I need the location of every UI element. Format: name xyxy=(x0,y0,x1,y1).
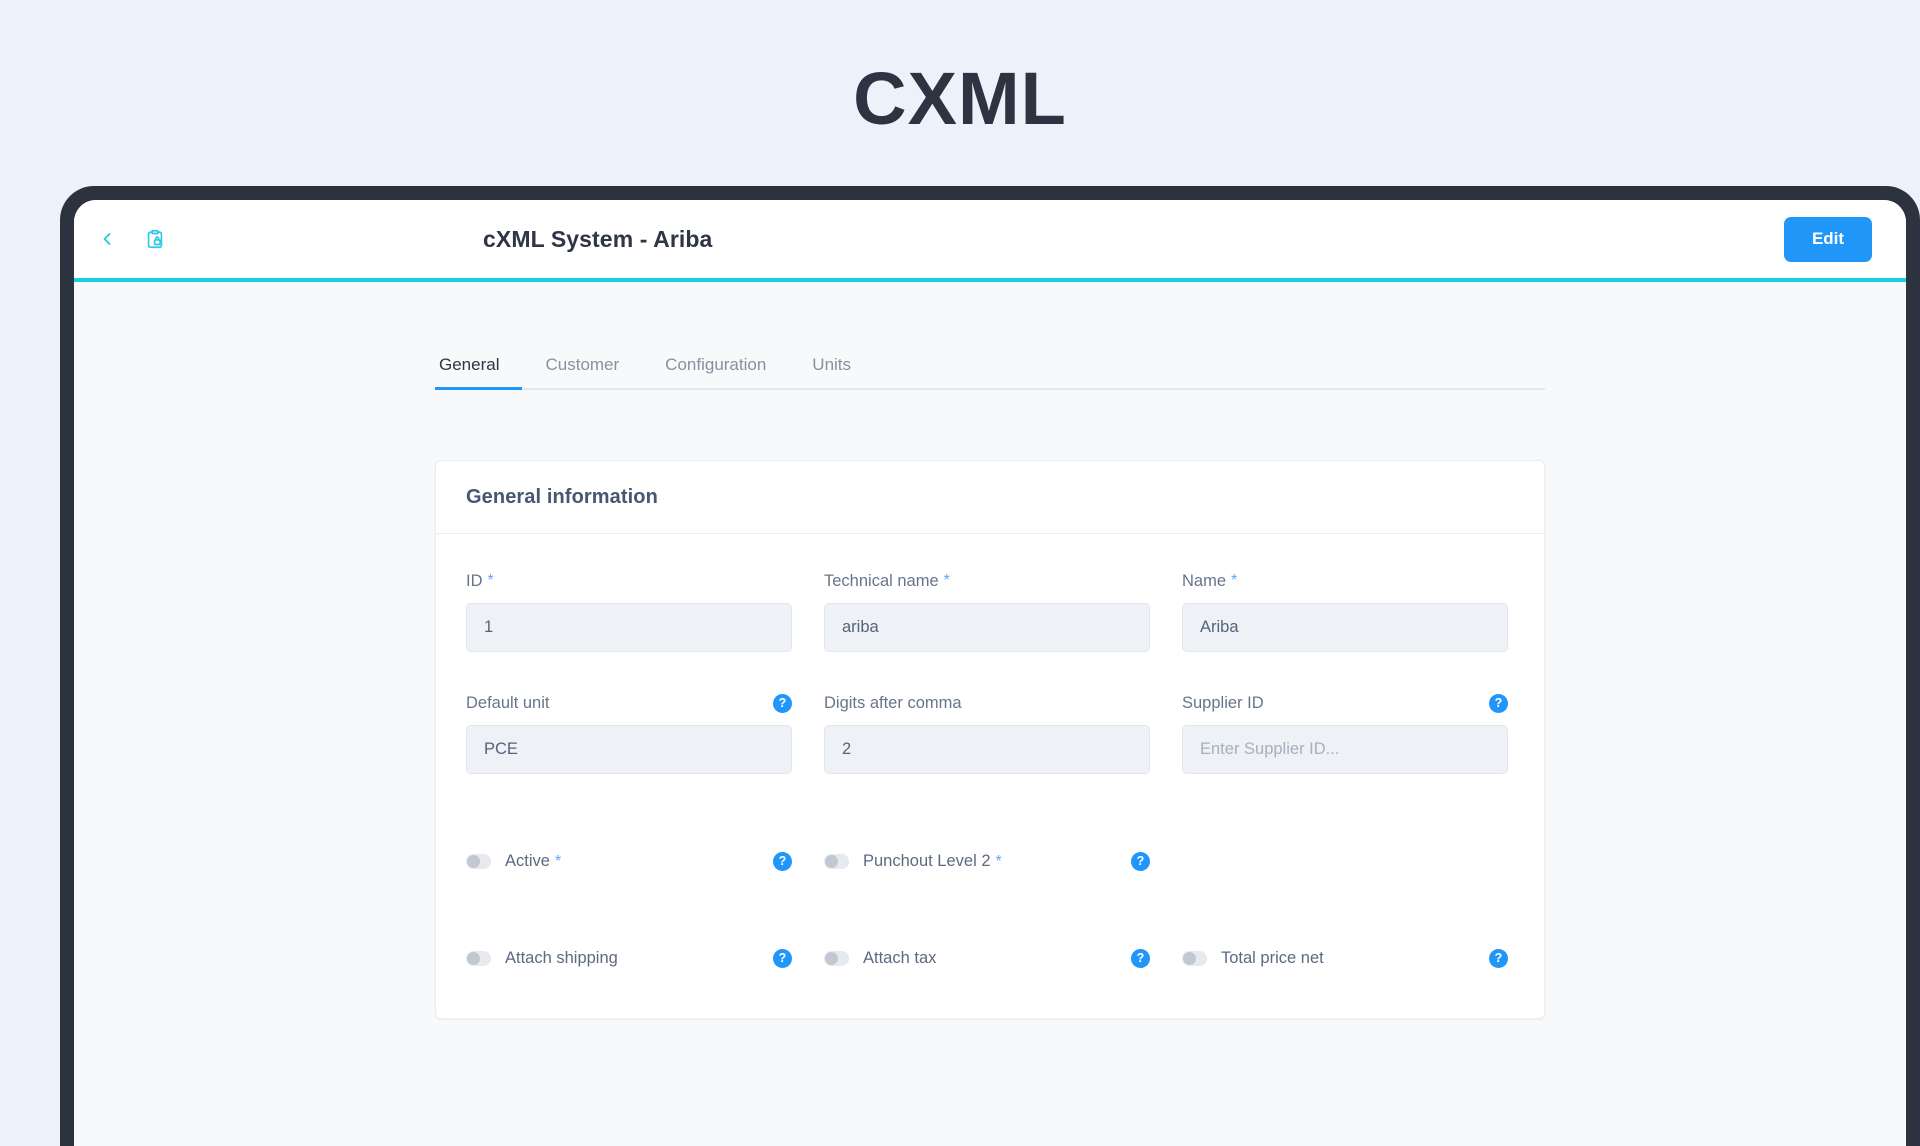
field-label-technical-name: Technical name xyxy=(824,571,939,590)
toggle-active: Active * ? xyxy=(466,852,792,871)
required-asterisk: * xyxy=(1231,572,1238,589)
help-icon-default-unit[interactable]: ? xyxy=(773,693,792,713)
field-label-supplier-id: Supplier ID xyxy=(1182,693,1264,712)
help-icon-active[interactable]: ? xyxy=(773,852,792,871)
input-digits-after-comma[interactable] xyxy=(824,725,1150,774)
field-label-default-unit: Default unit xyxy=(466,693,550,712)
toggle-punchout-level-2: Punchout Level 2 * ? xyxy=(824,852,1150,871)
switch-attach-tax[interactable] xyxy=(824,951,849,966)
general-information-card: General information ID * 1 Technical nam… xyxy=(435,460,1545,1019)
switch-punchout-level-2[interactable] xyxy=(824,854,849,869)
tab-units[interactable]: Units xyxy=(789,355,874,388)
field-label-digits-after-comma: Digits after comma xyxy=(824,693,962,712)
tab-general[interactable]: General xyxy=(435,355,523,390)
field-id: ID * xyxy=(466,570,792,652)
field-label-row: Supplier ID ? xyxy=(1182,692,1508,714)
app-header: cXML System - Ariba Edit xyxy=(74,200,1906,282)
card-body: ID * Technical name * xyxy=(436,534,1544,1018)
input-name[interactable] xyxy=(1182,603,1508,652)
tab-customer[interactable]: Customer xyxy=(522,355,642,388)
app-body: General Customer Configuration Units Gen… xyxy=(74,282,1906,1142)
field-label-name: Name xyxy=(1182,571,1227,590)
required-asterisk: * xyxy=(943,572,950,589)
switch-active[interactable] xyxy=(466,854,491,869)
tab-bar: General Customer Configuration Units xyxy=(435,338,1545,390)
toggle-label-attach-tax: Attach tax xyxy=(863,949,937,967)
toggle-total-price-net: Total price net ? xyxy=(1182,949,1508,968)
field-label-row: Default unit ? xyxy=(466,692,792,714)
field-label-id: ID xyxy=(466,571,483,590)
content-wrapper: General Customer Configuration Units Gen… xyxy=(435,282,1545,1019)
field-row-1: ID * Technical name * xyxy=(466,570,1514,652)
field-supplier-id: Supplier ID ? xyxy=(1182,692,1508,774)
help-icon-supplier-id[interactable]: ? xyxy=(1489,693,1508,713)
device-screen: cXML System - Ariba Edit General Custome… xyxy=(74,200,1906,1146)
device-frame: cXML System - Ariba Edit General Custome… xyxy=(60,186,1920,1146)
field-technical-name: Technical name * xyxy=(824,570,1150,652)
tab-configuration[interactable]: Configuration xyxy=(642,355,789,388)
help-icon-attach-tax[interactable]: ? xyxy=(1131,949,1150,968)
clipboard-lock-icon[interactable] xyxy=(140,224,170,254)
card-header: General information xyxy=(436,461,1544,534)
edit-button[interactable]: Edit xyxy=(1784,216,1872,262)
row-spacer xyxy=(466,652,1514,692)
help-icon-punchout-level-2[interactable]: ? xyxy=(1131,852,1150,871)
input-id[interactable] xyxy=(466,603,792,652)
header-left-group xyxy=(92,224,392,254)
page-title: CXML xyxy=(853,57,1067,140)
chevron-left-icon[interactable] xyxy=(92,224,122,254)
input-default-unit[interactable] xyxy=(466,725,792,774)
help-icon-total-price-net[interactable]: ? xyxy=(1489,949,1508,968)
toggle-row-1: Active * ? Punchout Level 2 * ? xyxy=(466,852,1514,871)
required-asterisk: * xyxy=(554,852,562,870)
input-technical-name[interactable] xyxy=(824,603,1150,652)
required-asterisk: * xyxy=(995,852,1002,870)
field-label-row: ID * xyxy=(466,570,792,592)
toggle-empty-cell xyxy=(1182,852,1540,871)
toggle-label-total-price-net: Total price net xyxy=(1221,949,1324,967)
required-asterisk: * xyxy=(487,572,494,589)
toggle-attach-shipping: Attach shipping ? xyxy=(466,949,792,968)
page-heading: cXML System - Ariba xyxy=(483,225,713,252)
field-label-row: Name * xyxy=(1182,570,1508,592)
toggle-row-2: Attach shipping ? Attach tax ? Total pri xyxy=(466,949,1514,968)
field-label-row: Digits after comma xyxy=(824,692,1150,714)
help-icon-attach-shipping[interactable]: ? xyxy=(773,949,792,968)
toggle-label-punchout-level-2: Punchout Level 2 xyxy=(863,852,991,870)
field-default-unit: Default unit ? xyxy=(466,692,792,774)
toggle-label-active: Active xyxy=(505,852,550,870)
switch-total-price-net[interactable] xyxy=(1182,951,1207,966)
field-digits-after-comma: Digits after comma xyxy=(824,692,1150,774)
field-name: Name * xyxy=(1182,570,1508,652)
switch-attach-shipping[interactable] xyxy=(466,951,491,966)
input-supplier-id[interactable] xyxy=(1182,725,1508,774)
toggle-attach-tax: Attach tax ? xyxy=(824,949,1150,968)
card-title: General information xyxy=(466,486,658,508)
field-row-2: Default unit ? Digits after comma xyxy=(466,692,1514,774)
field-label-row: Technical name * xyxy=(824,570,1150,592)
toggle-label-attach-shipping: Attach shipping xyxy=(505,949,618,967)
